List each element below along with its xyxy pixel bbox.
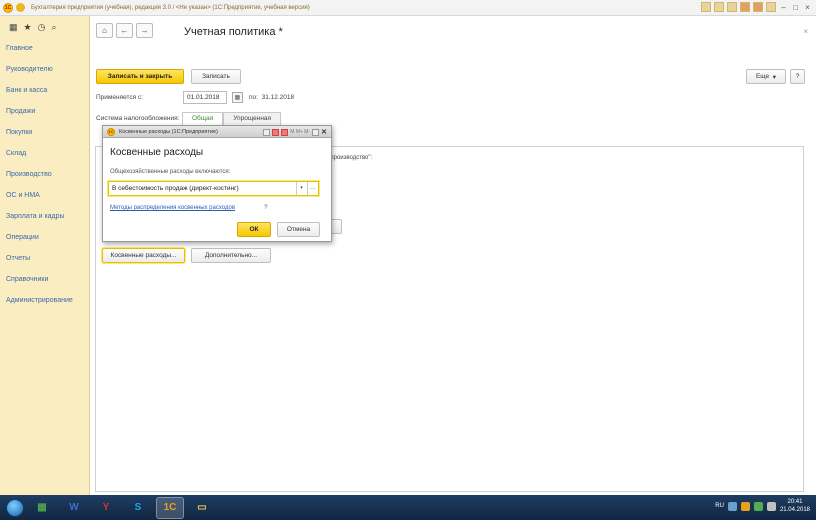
favorites-icon[interactable]: [727, 2, 737, 12]
form-area: ⌂ ← → Учетная политика * × Записать и за…: [91, 16, 816, 495]
dialog-calc-icon[interactable]: [281, 128, 289, 136]
calendar-icon[interactable]: [753, 2, 763, 12]
tab-general-tax[interactable]: Общая: [182, 112, 224, 126]
back-arrow-icon[interactable]: ←: [116, 23, 133, 38]
calculator-icon[interactable]: [740, 2, 750, 12]
maximize-icon[interactable]: □: [791, 3, 800, 12]
ok-button[interactable]: ОК: [237, 222, 271, 237]
applies-from-label: Применяется с:: [96, 94, 144, 101]
close-form-icon[interactable]: ×: [803, 27, 808, 36]
home-nav-icon[interactable]: ⌂: [96, 23, 113, 38]
clock[interactable]: 20:41 21.04.2018: [780, 498, 810, 514]
overhead-select[interactable]: В себестоимость продаж (директ-костинг) …: [108, 181, 319, 196]
date-to-label: по: 31.12.2018: [249, 94, 295, 101]
language-indicator[interactable]: RU: [715, 503, 724, 509]
sidebar-item-reports[interactable]: Отчеты: [0, 248, 89, 269]
1c-tile-icon[interactable]: ▦: [28, 497, 56, 519]
skype-icon[interactable]: S: [124, 497, 152, 519]
help-button[interactable]: ?: [790, 69, 805, 84]
favorites-star-icon[interactable]: ★: [24, 22, 32, 33]
sidebar-item-operations[interactable]: Операции: [0, 227, 89, 248]
help-question-icon[interactable]: ?: [264, 204, 268, 211]
indirect-costs-button[interactable]: Косвенные расходы...: [102, 248, 185, 263]
history-clock-icon[interactable]: ◷: [38, 22, 46, 33]
sidebar-item-fixed-assets[interactable]: ОС и НМА: [0, 185, 89, 206]
search-icon[interactable]: ⌕: [51, 22, 56, 33]
os-taskbar: ▦ W Y S 1С ▭ RU 20:41 21.04.2018: [0, 495, 816, 520]
sidebar-item-administration[interactable]: Администрирование: [0, 290, 89, 311]
sidebar-item-sales[interactable]: Продажи: [0, 101, 89, 122]
tray-1c-icon[interactable]: [740, 501, 750, 511]
save-button[interactable]: Записать: [191, 69, 241, 84]
sidebar-item-warehouse[interactable]: Склад: [0, 143, 89, 164]
dialog-logo-icon: 1С: [107, 127, 115, 136]
tab-simplified-tax[interactable]: Упрощенная: [223, 112, 282, 126]
main-menu-icon[interactable]: [16, 3, 25, 12]
sidebar-item-manager[interactable]: Руководителю: [0, 59, 89, 80]
clock-time: 20:41: [787, 499, 803, 505]
save-close-button[interactable]: Записать и закрыть: [96, 69, 184, 84]
sidebar-item-production[interactable]: Производство: [0, 164, 89, 185]
dialog-calendar-icon[interactable]: [272, 128, 280, 136]
forward-arrow-icon[interactable]: →: [136, 23, 153, 38]
additional-button[interactable]: Дополнительно...: [191, 248, 271, 263]
window-title: Бухгалтерия предприятия (учебная), редак…: [31, 4, 310, 11]
page-title: Учетная политика *: [184, 26, 283, 38]
tray-volume-icon[interactable]: [766, 501, 776, 511]
sidebar-item-bank-cash[interactable]: Банк и касса: [0, 80, 89, 101]
app-logo-icon[interactable]: 1С: [3, 2, 13, 13]
explorer-icon[interactable]: ▭: [188, 497, 216, 519]
dialog-titlebar: 1С Косвенные расходы (1С:Предприятие) M …: [103, 126, 331, 138]
distribution-methods-link[interactable]: Методы распределения косвенных расходов: [110, 205, 235, 211]
date-from-field[interactable]: 01.01.2018: [183, 91, 227, 104]
sections-sidebar: ▦ ★ ◷ ⌕ Главное Руководителю Банк и касс…: [0, 16, 90, 495]
overhead-field-label: Общехозяйственные расходы включаются:: [110, 169, 231, 175]
start-button-icon[interactable]: [6, 498, 24, 517]
notifications-icon[interactable]: [766, 2, 776, 12]
dialog-memory-buttons[interactable]: M M+ M-: [290, 129, 310, 135]
sidebar-item-salary[interactable]: Зарплата и кадры: [0, 206, 89, 227]
system-tray: RU 20:41 21.04.2018: [715, 498, 810, 514]
indirect-costs-dialog: 1С Косвенные расходы (1С:Предприятие) M …: [102, 125, 332, 242]
yandex-icon[interactable]: Y: [92, 497, 120, 519]
dialog-maximize-icon[interactable]: [312, 128, 320, 136]
minimize-icon[interactable]: –: [779, 3, 788, 12]
dialog-title: Косвенные расходы (1С:Предприятие): [119, 128, 218, 135]
menu-grid-icon[interactable]: ▦: [9, 22, 18, 33]
tray-app-icon[interactable]: [727, 501, 737, 511]
window-titlebar: 1С Бухгалтерия предприятия (учебная), ре…: [0, 0, 816, 16]
dialog-close-icon[interactable]: ✕: [321, 128, 327, 136]
overhead-select-value: В себестоимость продаж (директ-костинг): [112, 185, 239, 192]
chevron-down-icon[interactable]: ▾: [296, 182, 306, 195]
history-icon[interactable]: [714, 2, 724, 12]
tray-network-icon[interactable]: [753, 501, 763, 511]
word-icon[interactable]: W: [60, 497, 88, 519]
clock-date: 21.04.2018: [779, 507, 810, 513]
cancel-button[interactable]: Отмена: [277, 222, 320, 237]
sidebar-item-catalogs[interactable]: Справочники: [0, 269, 89, 290]
open-choice-icon[interactable]: …: [307, 182, 318, 195]
calendar-picker-icon[interactable]: ▦: [232, 92, 243, 103]
home-icon[interactable]: [701, 2, 711, 12]
1c-enterprise-icon[interactable]: 1С: [156, 496, 184, 519]
dialog-link-icon[interactable]: [263, 128, 271, 136]
more-button[interactable]: Еще ▾: [746, 69, 786, 84]
close-window-icon[interactable]: ×: [803, 3, 812, 12]
sidebar-item-main[interactable]: Главное: [0, 38, 89, 59]
sidebar-toolbar: ▦ ★ ◷ ⌕: [0, 16, 89, 38]
sidebar-item-purchases[interactable]: Покупки: [0, 122, 89, 143]
tax-system-label: Система налогообложения:: [96, 115, 180, 122]
dialog-heading: Косвенные расходы: [110, 147, 204, 158]
